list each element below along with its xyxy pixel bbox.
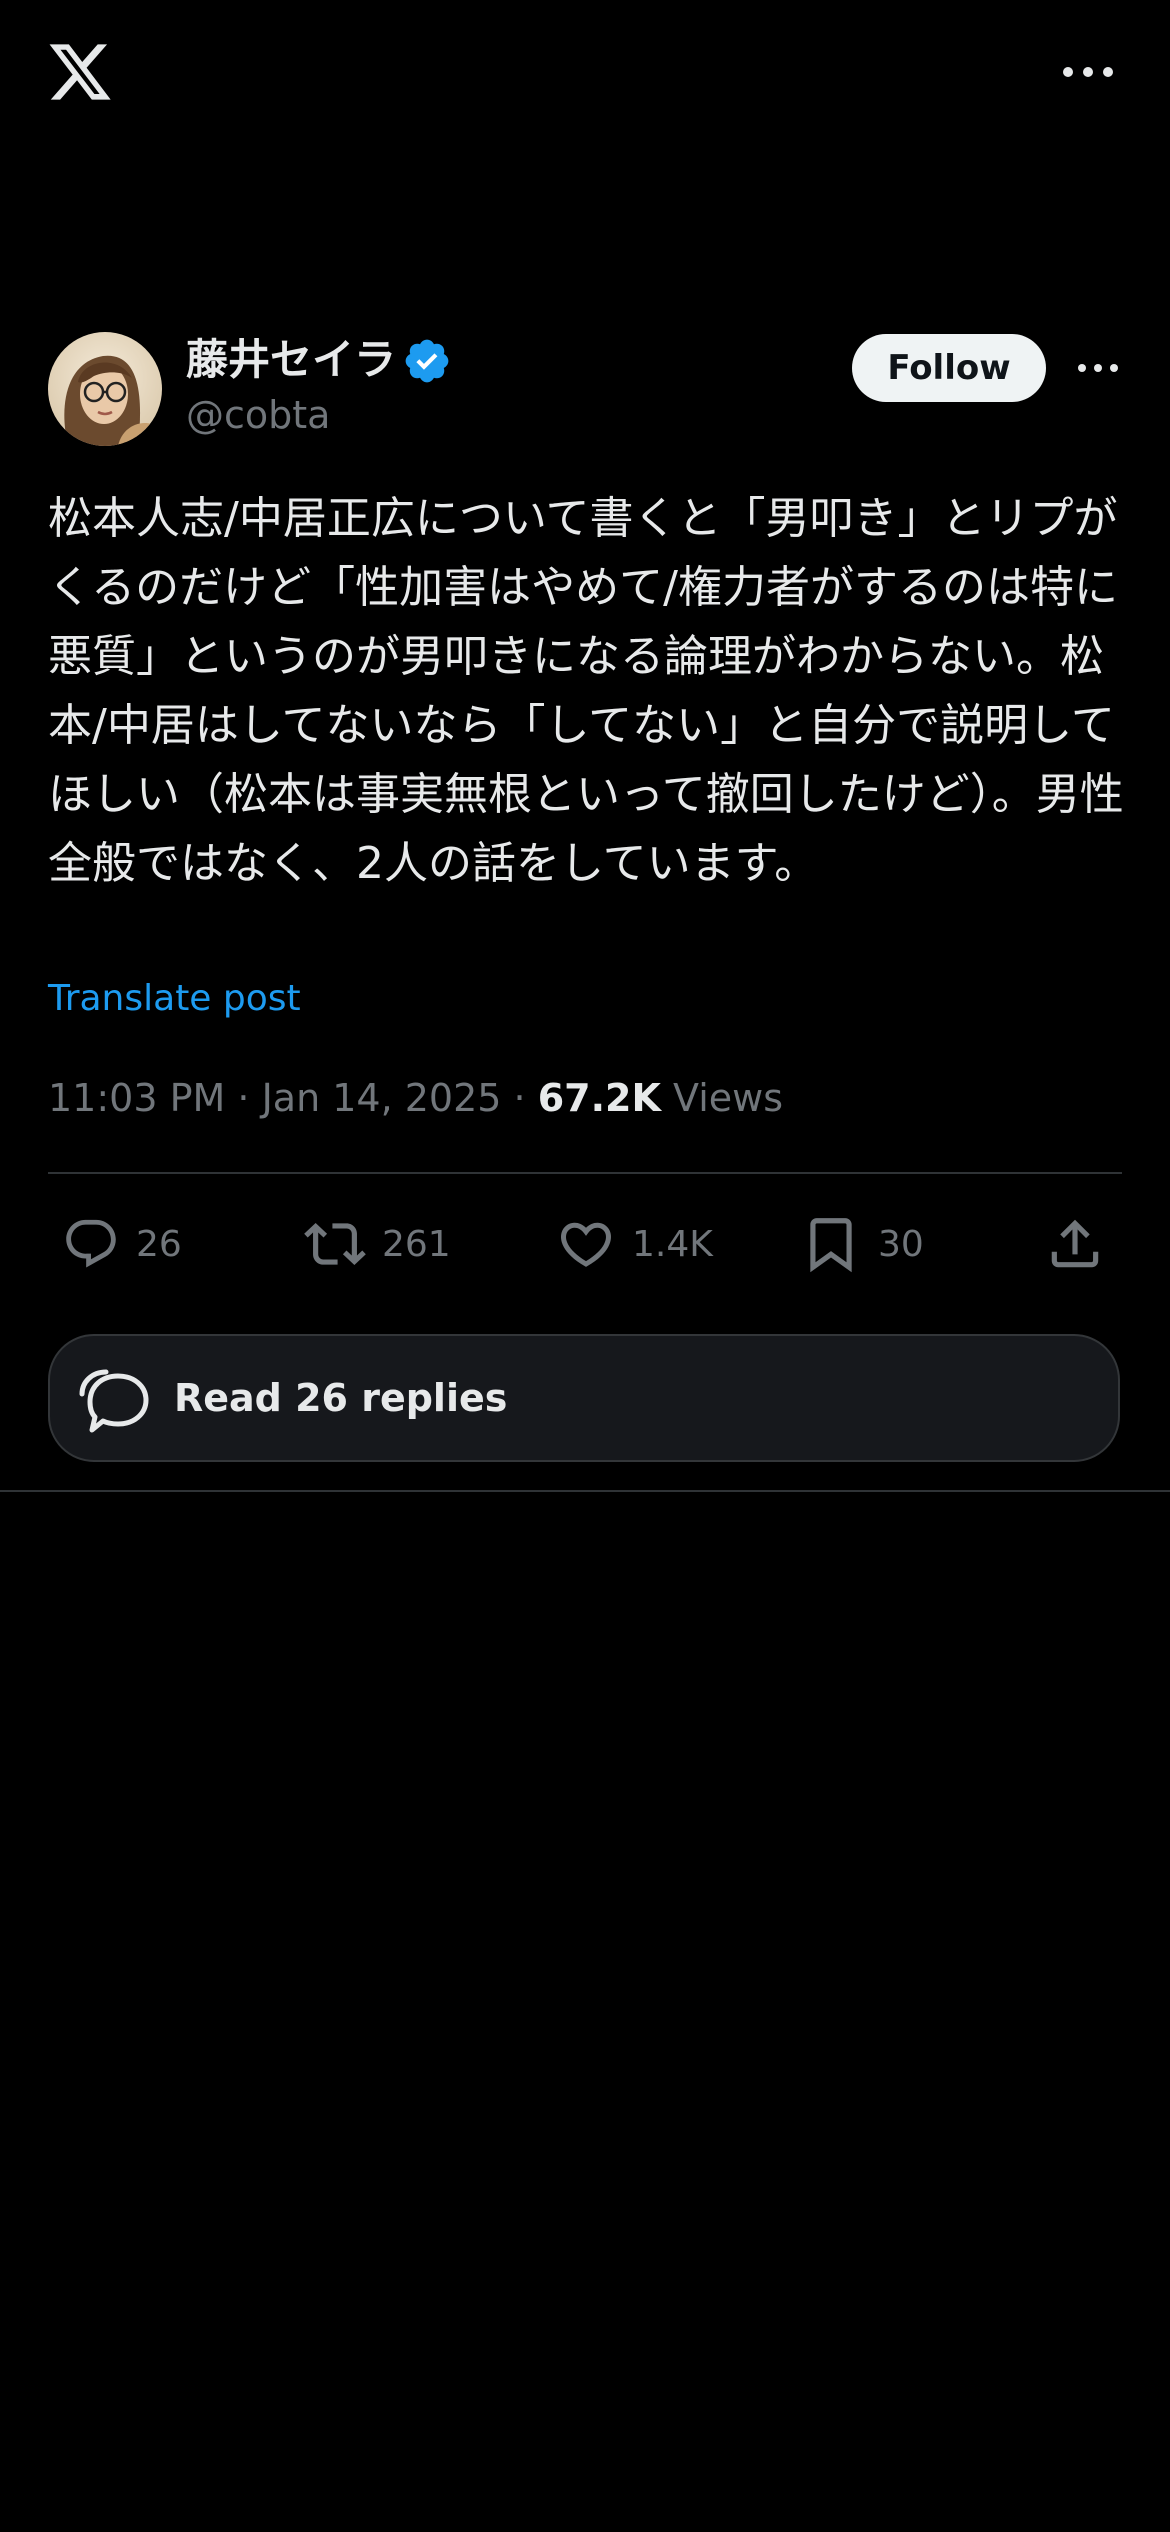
reply-count: 26 [136, 1223, 182, 1265]
divider [48, 1172, 1122, 1174]
bookmark-button[interactable]: 30 [800, 1204, 924, 1284]
verified-badge-icon[interactable] [402, 336, 452, 386]
user-handle[interactable]: @cobta [186, 390, 330, 440]
reply-button[interactable]: 26 [62, 1204, 182, 1284]
post-time[interactable]: 11:03 PM [48, 1076, 225, 1120]
post-text: 松本人志/中居正広について書くと「男叩き」とリプがくるのだけど「性加害はやめて/… [48, 493, 1124, 889]
repost-button[interactable]: 261 [304, 1204, 451, 1284]
action-bar: 26 261 1.4K 30 [48, 1204, 1122, 1284]
x-logo-icon[interactable] [46, 38, 114, 106]
speech-bubble-icon [79, 1369, 149, 1433]
avatar-photo [48, 332, 162, 446]
views-count: 67.2K [537, 1076, 661, 1120]
post-date[interactable]: Jan 14, 2025 [262, 1076, 502, 1120]
views-label: Views [673, 1076, 784, 1120]
read-replies-label: Read 26 replies [174, 1376, 508, 1420]
follow-button[interactable]: Follow [852, 334, 1046, 402]
bookmark-count: 30 [878, 1223, 924, 1265]
meta-separator: · [513, 1076, 526, 1120]
post-header: 藤井セイラ @cobta Follow [48, 332, 1122, 450]
divider [0, 1490, 1170, 1492]
translate-post-link[interactable]: Translate post [48, 974, 301, 1024]
like-button[interactable]: 1.4K [556, 1204, 713, 1284]
repost-icon [304, 1223, 366, 1265]
reply-icon [66, 1219, 116, 1268]
more-horizontal-icon[interactable] [1058, 56, 1118, 88]
post-metadata: 11:03 PM · Jan 14, 2025 · 67.2K Views [48, 1070, 783, 1126]
avatar[interactable] [48, 332, 162, 446]
bookmark-icon [810, 1218, 852, 1273]
like-count: 1.4K [632, 1223, 713, 1265]
share-icon [1051, 1219, 1099, 1268]
repost-count: 261 [382, 1223, 451, 1265]
share-button[interactable] [1044, 1204, 1106, 1284]
read-replies-button[interactable]: Read 26 replies [48, 1334, 1120, 1462]
display-name[interactable]: 藤井セイラ [186, 334, 396, 386]
meta-separator: · [237, 1076, 250, 1120]
top-bar [0, 0, 1170, 150]
post-more-icon[interactable] [1074, 354, 1122, 382]
heart-icon [560, 1222, 612, 1267]
